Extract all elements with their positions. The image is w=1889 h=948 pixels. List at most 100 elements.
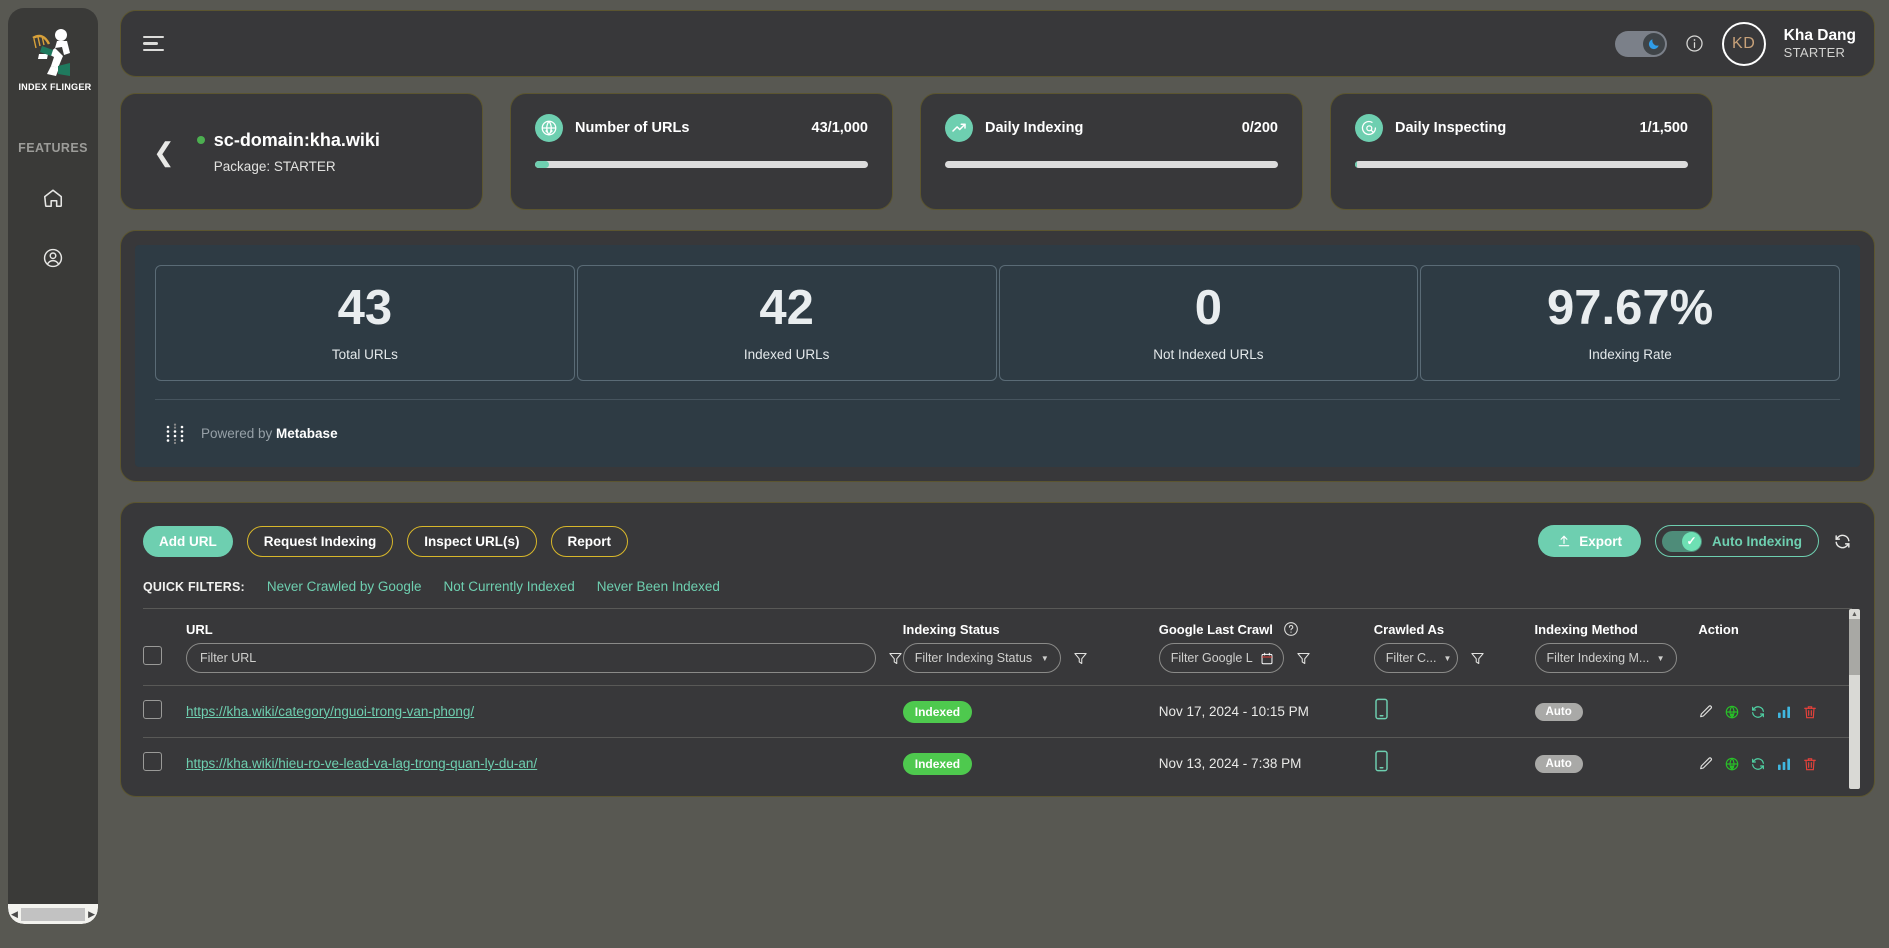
- inspect-urls-button[interactable]: Inspect URL(s): [407, 525, 537, 557]
- progress-fill: [535, 161, 550, 168]
- quick-filter-not-currently-indexed[interactable]: Not Currently Indexed: [443, 579, 574, 594]
- info-button[interactable]: [1685, 34, 1704, 53]
- url-table-panel: Add URL Request Indexing Inspect URL(s) …: [120, 502, 1875, 797]
- row-crawled-as-cell: [1373, 685, 1535, 738]
- filter-funnel-icon-status[interactable]: [1073, 651, 1088, 666]
- scroll-left-arrow-icon[interactable]: ◀: [11, 909, 18, 919]
- quick-filter-never-been-indexed[interactable]: Never Been Indexed: [597, 579, 720, 594]
- metabase-embed: 43 Total URLs 42 Indexed URLs 0 Not Inde…: [135, 245, 1860, 467]
- filter-indexing-status-select[interactable]: Filter Indexing Status ▼: [902, 643, 1061, 673]
- edit-icon[interactable]: [1698, 704, 1714, 720]
- hamburger-menu-icon[interactable]: [143, 32, 167, 56]
- inspect-search-icon: [1355, 114, 1383, 142]
- account-icon: [43, 248, 63, 268]
- url-link[interactable]: https://kha.wiki/hieu-ro-ve-lead-va-lag-…: [186, 756, 537, 771]
- filter-indexing-method-select[interactable]: Filter Indexing M... ▼: [1534, 643, 1677, 673]
- refresh-table-button[interactable]: [1833, 532, 1852, 551]
- filter-crawled-as-select[interactable]: Filter C... ▼: [1373, 643, 1458, 673]
- url-table: URL Indexing Status Google Last Crawl Cr…: [143, 609, 1852, 790]
- metabase-dashboard-panel: 43 Total URLs 42 Indexed URLs 0 Not Inde…: [120, 230, 1875, 482]
- url-table-wrapper: ▲ URL Indexing Status Google Last Crawl …: [143, 608, 1860, 790]
- filter-funnel-icon-url[interactable]: [888, 651, 903, 666]
- meter-value: 43/1,000: [811, 120, 868, 136]
- sidebar-item-account[interactable]: [36, 241, 70, 275]
- filter-crawled-as-value: Filter C...: [1385, 651, 1437, 665]
- request-indexing-button[interactable]: Request Indexing: [246, 525, 394, 557]
- row-method-cell: Auto: [1534, 737, 1699, 790]
- row-status-cell: Indexed: [902, 685, 1159, 738]
- app-logo[interactable]: INDEX FLINGER: [17, 26, 91, 93]
- row-action-cell: [1698, 737, 1852, 790]
- table-filter-row: Filter Indexing Status ▼: [143, 641, 1852, 686]
- sidebar: INDEX FLINGER FEATURES ◀ ▶: [8, 8, 98, 924]
- chevron-down-icon: ▼: [1656, 653, 1665, 663]
- back-button[interactable]: ❮: [145, 139, 183, 165]
- export-label: Export: [1579, 533, 1622, 549]
- row-url-cell: https://kha.wiki/category/nguoi-trong-va…: [186, 685, 903, 738]
- table-row[interactable]: https://kha.wiki/hieu-ro-ve-lead-va-lag-…: [143, 737, 1852, 790]
- last-crawl-date: Nov 17, 2024 - 10:15 PM: [1158, 703, 1309, 719]
- edit-icon[interactable]: [1698, 756, 1714, 772]
- metabase-footer: Powered by Metabase: [155, 399, 1840, 467]
- meter-head: Daily Inspecting 1/1,500: [1355, 114, 1688, 142]
- filter-url-input[interactable]: [186, 643, 876, 673]
- select-all-checkbox[interactable]: [143, 646, 162, 665]
- row-checkbox[interactable]: [143, 699, 162, 719]
- table-vertical-scrollbar[interactable]: ▲: [1849, 609, 1860, 789]
- progress-bar: [945, 161, 1278, 168]
- flinger-logo-icon: [32, 29, 70, 76]
- calendar-icon[interactable]: [1260, 651, 1274, 666]
- filter-funnel-icon-crawl[interactable]: [1296, 651, 1311, 666]
- globe-index-icon[interactable]: [1724, 756, 1740, 772]
- stat-value: 0: [1194, 281, 1222, 335]
- header-url: URL: [186, 622, 213, 637]
- scroll-right-arrow-icon[interactable]: ▶: [88, 909, 95, 919]
- method-badge: Auto: [1534, 703, 1583, 721]
- globe-index-icon[interactable]: [1724, 704, 1740, 720]
- reindex-refresh-icon[interactable]: [1750, 756, 1766, 772]
- powered-prefix: Powered by: [201, 426, 277, 441]
- row-crawled-as-cell: [1373, 737, 1535, 790]
- avatar[interactable]: KD: [1721, 21, 1766, 66]
- scroll-up-arrow-icon[interactable]: ▲: [1849, 609, 1860, 619]
- sidebar-horizontal-scrollbar[interactable]: ◀ ▶: [8, 904, 98, 924]
- auto-indexing-switch: ✓: [1662, 530, 1702, 552]
- bar-chart-icon[interactable]: [1776, 756, 1792, 772]
- delete-icon[interactable]: [1802, 704, 1818, 720]
- delete-icon[interactable]: [1802, 756, 1818, 772]
- dark-mode-knob: [1642, 32, 1665, 55]
- quick-filter-never-crawled[interactable]: Never Crawled by Google: [267, 579, 422, 594]
- summary-cards-row: ❮ sc-domain:kha.wiki Package: STARTER Nu…: [120, 93, 1875, 210]
- report-button[interactable]: Report: [550, 525, 629, 557]
- add-url-button[interactable]: Add URL: [143, 525, 233, 557]
- filter-google-last-crawl-cell: Filter Google L: [1158, 641, 1374, 686]
- bar-chart-icon[interactable]: [1776, 704, 1792, 720]
- meter-card-daily-indexing: Daily Indexing 0/200: [920, 93, 1303, 210]
- dark-mode-toggle[interactable]: [1614, 30, 1667, 57]
- powered-by-metabase[interactable]: Powered by Metabase: [201, 426, 338, 441]
- auto-indexing-toggle[interactable]: ✓ Auto Indexing: [1655, 525, 1819, 557]
- page-title: sc-domain:kha.wiki: [213, 129, 380, 150]
- filter-funnel-icon-crawled-as[interactable]: [1470, 651, 1485, 666]
- scrollbar-thumb[interactable]: [20, 907, 86, 921]
- row-method-cell: Auto: [1534, 685, 1699, 738]
- row-checkbox[interactable]: [143, 751, 162, 771]
- help-circle-icon[interactable]: [1283, 621, 1299, 637]
- filter-google-last-crawl-input[interactable]: Filter Google L: [1158, 643, 1284, 673]
- table-row[interactable]: https://kha.wiki/category/nguoi-trong-va…: [143, 685, 1852, 738]
- table-body: https://kha.wiki/category/nguoi-trong-va…: [143, 685, 1852, 790]
- meter-label: Number of URLs: [575, 120, 690, 136]
- mobile-device-icon: [1374, 698, 1389, 720]
- sidebar-section-label: FEATURES: [18, 141, 88, 155]
- row-last-crawl-cell: Nov 13, 2024 - 7:38 PM: [1158, 737, 1374, 790]
- url-link[interactable]: https://kha.wiki/category/nguoi-trong-va…: [186, 704, 474, 719]
- meter-head: Daily Indexing 0/200: [945, 114, 1278, 142]
- filter-indexing-method-value: Filter Indexing M...: [1546, 651, 1650, 665]
- user-info[interactable]: Kha Dang STARTER: [1784, 26, 1856, 62]
- scrollbar-thumb[interactable]: [1849, 619, 1860, 675]
- export-button[interactable]: Export: [1538, 525, 1641, 557]
- sidebar-item-home[interactable]: [36, 181, 70, 215]
- header-action: Action: [1698, 622, 1739, 637]
- row-status-cell: Indexed: [902, 737, 1159, 790]
- reindex-refresh-icon[interactable]: [1750, 704, 1766, 720]
